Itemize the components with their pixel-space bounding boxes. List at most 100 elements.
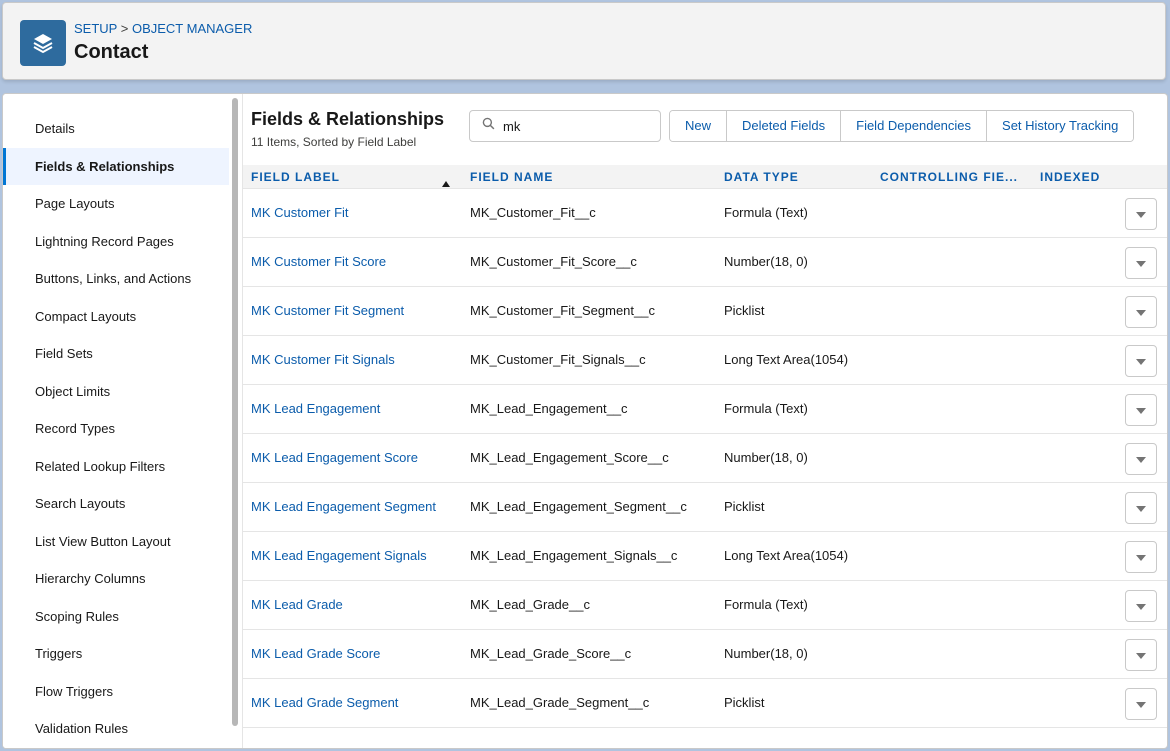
body-panel: Details Fields & Relationships Page Layo… <box>2 93 1168 749</box>
table-row: MK Lead Grade Segment MK_Lead_Grade_Segme… <box>243 679 1167 728</box>
sidebar-item-fields-relationships[interactable]: Fields & Relationships <box>3 148 229 185</box>
table-row: MK Lead Engagement MK_Lead_Engagement__c F… <box>243 385 1167 434</box>
field-label-link[interactable]: MK Lead Engagement Segment <box>251 483 436 531</box>
field-name-cell: MK_Lead_Engagement__c <box>470 401 628 416</box>
column-header-field-name[interactable]: FIELD NAME <box>470 165 553 189</box>
sidebar-item-details[interactable]: Details <box>3 110 229 147</box>
chevron-down-icon <box>1136 205 1146 223</box>
sidebar: Details Fields & Relationships Page Layo… <box>3 94 243 748</box>
field-dependencies-button[interactable]: Field Dependencies <box>841 111 988 141</box>
column-header-data-type[interactable]: DATA TYPE <box>724 165 799 189</box>
chevron-down-icon <box>1136 401 1146 419</box>
column-header-controlling-field[interactable]: CONTROLLING FIE... <box>880 165 1018 189</box>
sidebar-item-flow-triggers[interactable]: Flow Triggers <box>3 673 229 710</box>
sidebar-item-field-sets[interactable]: Field Sets <box>3 335 229 372</box>
field-name-cell: MK_Customer_Fit_Segment__c <box>470 303 655 318</box>
field-label-link[interactable]: MK Customer Fit <box>251 189 349 237</box>
sidebar-item-list-view-button-layout[interactable]: List View Button Layout <box>3 523 229 560</box>
search-input[interactable] <box>503 118 653 134</box>
data-type-cell: Number(18, 0) <box>724 646 808 661</box>
field-label-link[interactable]: MK Lead Grade <box>251 581 343 629</box>
sidebar-item-triggers[interactable]: Triggers <box>3 635 229 672</box>
sidebar-item-object-limits[interactable]: Object Limits <box>3 373 229 410</box>
field-name-cell: MK_Lead_Engagement_Score__c <box>470 450 669 465</box>
chevron-down-icon <box>1136 303 1146 321</box>
data-type-cell: Picklist <box>724 499 765 514</box>
page-header: SETUP > OBJECT MANAGER Contact <box>2 2 1166 80</box>
table-row: MK Lead Engagement Score MK_Lead_Engageme… <box>243 434 1167 483</box>
sidebar-item-buttons-links-actions[interactable]: Buttons, Links, and Actions <box>3 260 229 297</box>
field-label-link[interactable]: MK Lead Engagement Signals <box>251 532 427 580</box>
main-content: Fields & Relationships 11 Items, Sorted … <box>243 94 1167 748</box>
chevron-down-icon <box>1136 352 1146 370</box>
new-button[interactable]: New <box>670 111 728 141</box>
row-actions-button[interactable] <box>1125 198 1157 230</box>
set-history-tracking-button[interactable]: Set History Tracking <box>987 111 1134 141</box>
field-name-cell: MK_Lead_Grade_Segment__c <box>470 695 650 710</box>
field-name-cell: MK_Lead_Engagement_Segment__c <box>470 499 687 514</box>
sidebar-item-hierarchy-columns[interactable]: Hierarchy Columns <box>3 560 229 597</box>
table-header: FIELD LABEL FIELD NAME DATA TYPE CONTROL… <box>243 165 1167 189</box>
table-row: MK Lead Grade MK_Lead_Grade__c Formula (Te… <box>243 581 1167 630</box>
section-subtitle: 11 Items, Sorted by Field Label <box>251 135 417 149</box>
sidebar-item-page-layouts[interactable]: Page Layouts <box>3 185 229 222</box>
field-label-link[interactable]: MK Customer Fit Score <box>251 238 386 286</box>
row-actions-button[interactable] <box>1125 492 1157 524</box>
data-type-cell: Long Text Area(1054) <box>724 352 849 367</box>
section-title: Fields & Relationships <box>251 109 445 129</box>
search-box[interactable] <box>469 110 661 142</box>
action-button-group: New Deleted Fields Field Dependencies Se… <box>669 110 1135 142</box>
table-row: MK Lead Engagement Signals MK_Lead_Engage… <box>243 532 1167 581</box>
sidebar-item-related-lookup-filters[interactable]: Related Lookup Filters <box>3 448 229 485</box>
sidebar-item-scoping-rules[interactable]: Scoping Rules <box>3 598 229 635</box>
data-type-cell: Long Text Area(1054) <box>724 548 849 563</box>
table-row: MK Lead Grade Score MK_Lead_Grade_Score__… <box>243 630 1167 679</box>
data-type-cell: Formula (Text) <box>724 401 808 416</box>
field-name-cell: MK_Customer_Fit_Signals__c <box>470 352 646 367</box>
sidebar-item-validation-rules[interactable]: Validation Rules <box>3 710 229 747</box>
field-name-cell: MK_Lead_Grade_Score__c <box>470 646 632 661</box>
row-actions-button[interactable] <box>1125 247 1157 279</box>
table-row: MK Customer Fit Signals MK_Customer_Fit_S… <box>243 336 1167 385</box>
field-label-link[interactable]: MK Lead Grade Score <box>251 630 380 678</box>
data-type-cell: Formula (Text) <box>724 597 808 612</box>
data-type-cell: Formula (Text) <box>724 205 808 220</box>
chevron-down-icon <box>1136 450 1146 468</box>
data-type-cell: Number(18, 0) <box>724 254 808 269</box>
sidebar-item-record-types[interactable]: Record Types <box>3 410 229 447</box>
chevron-down-icon <box>1136 254 1146 272</box>
row-actions-button[interactable] <box>1125 639 1157 671</box>
field-label-link[interactable]: MK Lead Engagement Score <box>251 434 418 482</box>
field-label-link[interactable]: MK Customer Fit Signals <box>251 336 395 384</box>
row-actions-button[interactable] <box>1125 541 1157 573</box>
deleted-fields-button[interactable]: Deleted Fields <box>727 111 842 141</box>
sidebar-scrollbar[interactable] <box>232 98 238 726</box>
chevron-down-icon <box>1136 695 1146 713</box>
layers-icon <box>20 20 66 66</box>
row-actions-button[interactable] <box>1125 345 1157 377</box>
column-header-indexed[interactable]: INDEXED <box>1040 165 1100 189</box>
field-label-link[interactable]: MK Customer Fit Segment <box>251 287 404 335</box>
page-title: Contact <box>74 41 149 63</box>
data-type-cell: Number(18, 0) <box>724 450 808 465</box>
field-label-link[interactable]: MK Lead Grade Segment <box>251 679 398 727</box>
chevron-down-icon <box>1136 548 1146 566</box>
row-actions-button[interactable] <box>1125 688 1157 720</box>
row-actions-button[interactable] <box>1125 443 1157 475</box>
field-name-cell: MK_Lead_Engagement_Signals__c <box>470 548 678 563</box>
sidebar-item-lightning-record-pages[interactable]: Lightning Record Pages <box>3 223 229 260</box>
sidebar-item-compact-layouts[interactable]: Compact Layouts <box>3 298 229 335</box>
search-icon <box>482 117 495 135</box>
breadcrumb-object-manager[interactable]: OBJECT MANAGER <box>132 21 252 36</box>
chevron-down-icon <box>1136 597 1146 615</box>
table-row: MK Customer Fit MK_Customer_Fit__c Formula… <box>243 189 1167 238</box>
field-label-link[interactable]: MK Lead Engagement <box>251 385 380 433</box>
row-actions-button[interactable] <box>1125 296 1157 328</box>
sidebar-item-search-layouts[interactable]: Search Layouts <box>3 485 229 522</box>
row-actions-button[interactable] <box>1125 590 1157 622</box>
breadcrumb: SETUP > OBJECT MANAGER <box>74 21 252 36</box>
column-header-field-label[interactable]: FIELD LABEL <box>251 165 340 189</box>
table-row: MK Customer Fit Score MK_Customer_Fit_Sco… <box>243 238 1167 287</box>
breadcrumb-setup[interactable]: SETUP <box>74 21 117 36</box>
row-actions-button[interactable] <box>1125 394 1157 426</box>
